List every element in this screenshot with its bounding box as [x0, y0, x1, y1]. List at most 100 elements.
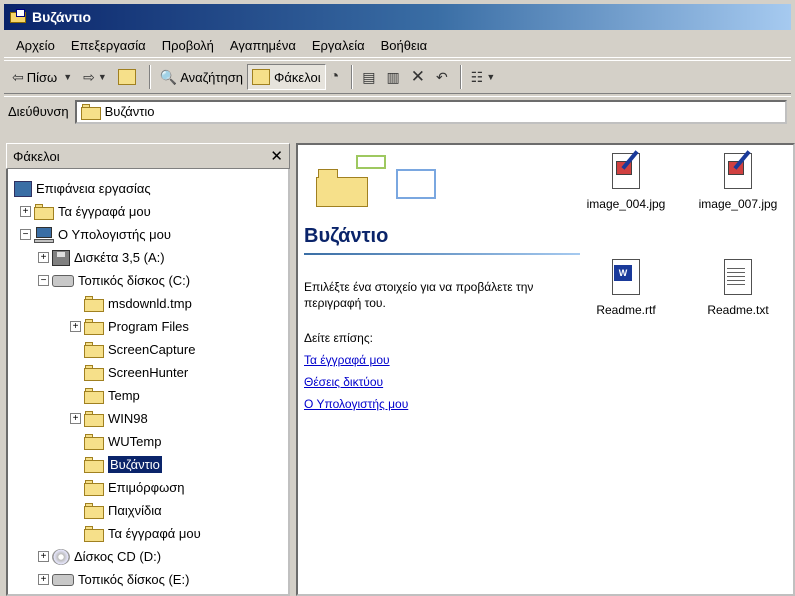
hard-drive-icon: [52, 274, 74, 287]
expand-plus-icon[interactable]: +: [38, 551, 49, 562]
tree-item-label-selected: Βυζάντιο: [108, 456, 162, 473]
move-to-button[interactable]: ▤: [358, 64, 382, 90]
collapse-minus-icon[interactable]: −: [38, 275, 49, 286]
tree-item-label: Program Files: [108, 319, 189, 334]
file-name: image_004.jpg: [586, 197, 666, 211]
menu-view[interactable]: Προβολή: [154, 38, 222, 53]
copy-to-button[interactable]: ▥: [383, 64, 407, 90]
menu-bar: Αρχείο Επεξεργασία Προβολή Αγαπημένα Εργ…: [4, 34, 791, 58]
move-to-icon: ▤: [362, 68, 376, 85]
content-pane: Βυζάντιο Επιλέξτε ένα στοιχείο για να πρ…: [296, 143, 795, 596]
folders-pane: Επιφάνεια εργασίας + Τα έγγραφά μου − Ο …: [6, 143, 290, 596]
menu-help[interactable]: Βοήθεια: [373, 38, 436, 53]
tree-item-my-documents[interactable]: + Τα έγγραφά μου: [8, 200, 288, 223]
views-button[interactable]: ☷ ▼: [467, 64, 502, 90]
menu-file[interactable]: Αρχείο: [8, 38, 63, 53]
file-item-image-007[interactable]: image_007.jpg: [688, 150, 788, 211]
link-network-places[interactable]: Θέσεις δικτύου: [304, 375, 383, 389]
tree-item-cd-d[interactable]: + Δίσκος CD (D:): [8, 545, 288, 568]
folder-icon: [84, 479, 104, 496]
tree-item-label: Τοπικός δίσκος (E:): [78, 572, 190, 587]
toolbar-separator: [148, 65, 151, 89]
tree-item-my-computer[interactable]: − Ο Υπολογιστής μου: [8, 223, 288, 246]
selection-hint: Επιλέξτε ένα στοιχείο για να προβάλετε τ…: [304, 280, 534, 310]
history-button[interactable]: ◔: [326, 64, 347, 90]
delete-button[interactable]: ✕: [407, 64, 432, 90]
address-bar: Διεύθυνση Βυζάντιο: [4, 96, 791, 126]
standard-toolbar: ⇦ Πίσω ▼ ⇨ ▼ 🔍 Αναζήτηση Φάκελοι ◔ ▤ ▥ ✕…: [4, 60, 791, 94]
tree-item-msdownld[interactable]: msdownld.tmp: [8, 292, 288, 315]
tree-item-ta-eggrafa-mou[interactable]: Τα έγγραφά μου: [8, 522, 288, 545]
tree-item-label: WIN98: [108, 411, 148, 426]
tree-item-local-disk-c[interactable]: − Τοπικός δίσκος (C:): [8, 269, 288, 292]
close-pane-icon[interactable]: ✕: [270, 147, 283, 165]
tree-item-paichnidia[interactable]: Παιχνίδια: [8, 499, 288, 522]
tree-item-epimorfosi[interactable]: Επιμόρφωση: [8, 476, 288, 499]
folder-icon: [84, 295, 104, 312]
menu-favorites[interactable]: Αγαπημένα: [222, 38, 304, 53]
tree-item-label: Τα έγγραφά μου: [108, 526, 201, 541]
delete-icon: ✕: [410, 67, 426, 86]
expand-plus-icon[interactable]: +: [70, 413, 81, 424]
web-view-info-panel: Βυζάντιο Επιλέξτε ένα στοιχείο για να πρ…: [298, 145, 583, 594]
tree-item-temp[interactable]: Temp: [8, 384, 288, 407]
folders-pane-header: Φάκελοι ✕: [6, 143, 290, 169]
txt-file-icon: [722, 257, 754, 297]
tree-item-label: ScreenCapture: [108, 342, 196, 357]
tree-item-label: Ο Υπολογιστής μου: [58, 227, 171, 242]
folders-button[interactable]: Φάκελοι: [247, 64, 326, 90]
expand-plus-icon[interactable]: +: [20, 206, 31, 217]
undo-button[interactable]: ↶: [432, 64, 455, 90]
tree-item-label: Temp: [108, 388, 140, 403]
open-folder-icon: [84, 456, 104, 473]
address-field[interactable]: Βυζάντιο: [74, 99, 787, 124]
tree-item-wutemp[interactable]: WUTemp: [8, 430, 288, 453]
file-item-readme-txt[interactable]: Readme.txt: [688, 257, 788, 317]
search-label: Αναζήτηση: [180, 69, 244, 85]
collapse-minus-icon[interactable]: −: [20, 229, 31, 240]
tree-item-vyzantio[interactable]: Βυζάντιο: [8, 453, 288, 476]
toolbar-separator: [351, 65, 354, 89]
expand-plus-icon[interactable]: +: [38, 574, 49, 585]
rtf-file-icon: W: [610, 257, 642, 297]
expand-plus-icon[interactable]: +: [38, 252, 49, 263]
folder-icon: [84, 364, 104, 381]
link-my-computer[interactable]: Ο Υπολογιστής μου: [304, 397, 408, 411]
file-item-readme-rtf[interactable]: W Readme.rtf: [576, 257, 676, 317]
tree-item-floppy-a[interactable]: + Δισκέτα 3,5 (A:): [8, 246, 288, 269]
tree-item-label: Δίσκος CD (D:): [74, 549, 162, 564]
tree-item-win98[interactable]: + WIN98: [8, 407, 288, 430]
file-name: Readme.rtf: [596, 303, 656, 317]
menu-edit[interactable]: Επεξεργασία: [63, 38, 154, 53]
folder-icon: [84, 410, 104, 427]
tree-item-screenhunter[interactable]: ScreenHunter: [8, 361, 288, 384]
large-folder-icon: [306, 155, 466, 215]
tree-item-desktop[interactable]: Επιφάνεια εργασίας: [8, 177, 288, 200]
folder-icon: [84, 318, 104, 335]
forward-arrow-icon: ⇨: [83, 68, 95, 85]
tree-item-local-disk-e[interactable]: + Τοπικός δίσκος (E:): [8, 568, 288, 591]
tree-item-label: Δισκέτα 3,5 (A:): [74, 250, 165, 265]
file-name: Readme.txt: [707, 303, 769, 317]
search-button[interactable]: 🔍 Αναζήτηση: [156, 64, 247, 90]
tree-item-program-files[interactable]: + Program Files: [8, 315, 288, 338]
folders-label: Φάκελοι: [274, 69, 321, 85]
title-underline: [304, 253, 580, 255]
up-folder-button[interactable]: [114, 64, 144, 90]
views-icon: ☷: [470, 68, 484, 85]
tree-item-label: Τοπικός δίσκος (C:): [78, 273, 191, 288]
floppy-drive-icon: [52, 249, 70, 266]
back-button[interactable]: ⇦ Πίσω ▼: [8, 64, 79, 90]
folder-icon: [84, 525, 104, 542]
tree-item-screencapture[interactable]: ScreenCapture: [8, 338, 288, 361]
hard-drive-icon: [52, 573, 74, 586]
views-dropdown-icon: ▼: [486, 72, 496, 82]
forward-button[interactable]: ⇨ ▼: [79, 64, 114, 90]
tree-item-label: msdownld.tmp: [108, 296, 192, 311]
cd-drive-icon: [52, 548, 70, 565]
expand-plus-icon[interactable]: +: [70, 321, 81, 332]
file-item-image-004[interactable]: image_004.jpg: [576, 150, 676, 211]
menu-tools[interactable]: Εργαλεία: [304, 38, 373, 53]
link-my-documents[interactable]: Τα έγγραφά μου: [304, 353, 390, 367]
file-name: image_007.jpg: [698, 197, 778, 211]
